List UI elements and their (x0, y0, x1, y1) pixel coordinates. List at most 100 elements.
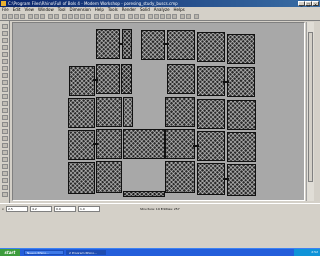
ortho-icon[interactable] (140, 14, 145, 19)
model-block[interactable] (121, 64, 132, 94)
measure-icon[interactable] (180, 14, 185, 19)
rotate-view-icon[interactable] (68, 14, 73, 19)
viewport[interactable] (12, 22, 305, 201)
text-tool-icon[interactable] (2, 80, 8, 85)
model-block[interactable] (123, 97, 133, 127)
model-block[interactable] (122, 29, 132, 59)
grid-icon[interactable] (134, 14, 139, 19)
y-coordinate-field[interactable]: 4.2 (30, 206, 52, 212)
model-block[interactable] (96, 64, 120, 94)
taskbar-item[interactable]: 2 Program Rhino... (66, 250, 106, 255)
wireframe-icon[interactable] (94, 14, 99, 19)
circle-tool-icon[interactable] (2, 52, 8, 57)
model-block[interactable] (96, 161, 122, 193)
scale-icon[interactable] (160, 14, 165, 19)
model-block[interactable] (227, 164, 256, 196)
dimension-icon[interactable] (186, 14, 191, 19)
arc-tool-icon[interactable] (2, 59, 8, 64)
model-block[interactable] (68, 98, 95, 128)
boolean-tool-icon[interactable] (2, 129, 8, 134)
rectangle-tool-icon[interactable] (2, 66, 8, 71)
scrollbar-thumb[interactable] (308, 32, 313, 182)
help-icon[interactable] (194, 14, 199, 19)
properties-icon[interactable] (120, 14, 125, 19)
model-block[interactable] (197, 131, 225, 161)
model-block[interactable] (167, 30, 195, 60)
zoom-extents-icon[interactable] (80, 14, 85, 19)
analyze-tool-icon[interactable] (2, 185, 8, 190)
cut-icon[interactable] (28, 14, 33, 19)
model-block[interactable] (165, 97, 195, 127)
model-block[interactable] (141, 30, 165, 60)
mesh-tool-icon[interactable] (2, 122, 8, 127)
fillet-tool-icon[interactable] (2, 136, 8, 141)
z-coordinate-field[interactable]: 0.0 (54, 206, 76, 212)
model-block[interactable] (197, 32, 225, 62)
render-tool-icon[interactable] (2, 192, 8, 197)
split-tool-icon[interactable] (2, 150, 8, 155)
move-icon[interactable] (154, 14, 159, 19)
mirror-icon[interactable] (166, 14, 171, 19)
box-tool-icon[interactable] (2, 101, 8, 106)
extrude-tool-icon[interactable] (2, 94, 8, 99)
join-tool-icon[interactable] (2, 157, 8, 162)
taskbar-item[interactable]: Nuevo Rhino... (24, 250, 64, 255)
model-block[interactable] (227, 100, 256, 130)
minimize-button[interactable]: _ (298, 1, 305, 7)
connector (93, 79, 98, 81)
render-icon[interactable] (106, 14, 111, 19)
transform-tool-icon[interactable] (2, 178, 8, 183)
line-tool-icon[interactable] (2, 31, 8, 36)
copy-icon[interactable] (34, 14, 39, 19)
model-block[interactable] (96, 29, 120, 59)
print-icon[interactable] (20, 14, 25, 19)
save-icon[interactable] (14, 14, 19, 19)
model-block[interactable] (197, 66, 225, 96)
array-icon[interactable] (172, 14, 177, 19)
model-block[interactable] (227, 67, 255, 97)
curve-tool-icon[interactable] (2, 45, 8, 50)
paste-icon[interactable] (40, 14, 45, 19)
model-block[interactable] (123, 191, 165, 197)
model-block[interactable] (227, 132, 256, 162)
model-block[interactable] (123, 129, 165, 159)
zoom-window-icon[interactable] (86, 14, 91, 19)
surface-tool-icon[interactable] (2, 87, 8, 92)
polygon-tool-icon[interactable] (2, 73, 8, 78)
zoom-icon[interactable] (74, 14, 79, 19)
model-block[interactable] (227, 34, 255, 64)
undo-icon[interactable] (48, 14, 53, 19)
shaded-icon[interactable] (100, 14, 105, 19)
vertical-scrollbar[interactable] (306, 22, 314, 201)
connector (93, 143, 98, 145)
start-button[interactable]: start (0, 249, 20, 256)
snap-icon[interactable] (128, 14, 133, 19)
model-block[interactable] (68, 130, 95, 160)
model-block[interactable] (167, 64, 195, 94)
x-coordinate-field[interactable]: 2.5 (6, 206, 28, 212)
explode-tool-icon[interactable] (2, 164, 8, 169)
polyline-tool-icon[interactable] (2, 38, 8, 43)
pan-icon[interactable] (62, 14, 67, 19)
new-file-icon[interactable] (2, 14, 7, 19)
model-block[interactable] (165, 161, 195, 193)
open-file-icon[interactable] (8, 14, 13, 19)
model-block[interactable] (69, 66, 95, 96)
redo-icon[interactable] (54, 14, 59, 19)
sphere-tool-icon[interactable] (2, 108, 8, 113)
offset-tool-icon[interactable] (2, 171, 8, 176)
trim-tool-icon[interactable] (2, 143, 8, 148)
model-block[interactable] (68, 162, 95, 194)
model-block[interactable] (197, 99, 225, 129)
layer-icon[interactable] (114, 14, 119, 19)
model-block[interactable] (165, 129, 195, 159)
model-block[interactable] (96, 97, 122, 127)
select-icon[interactable] (148, 14, 153, 19)
maximize-button[interactable]: □ (305, 1, 312, 7)
w-coordinate-field[interactable]: 1.0 (78, 206, 100, 212)
cylinder-tool-icon[interactable] (2, 115, 8, 120)
model-block[interactable] (197, 163, 225, 195)
close-button[interactable]: × (312, 1, 319, 7)
model-block[interactable] (96, 129, 122, 159)
point-tool-icon[interactable] (2, 24, 8, 29)
